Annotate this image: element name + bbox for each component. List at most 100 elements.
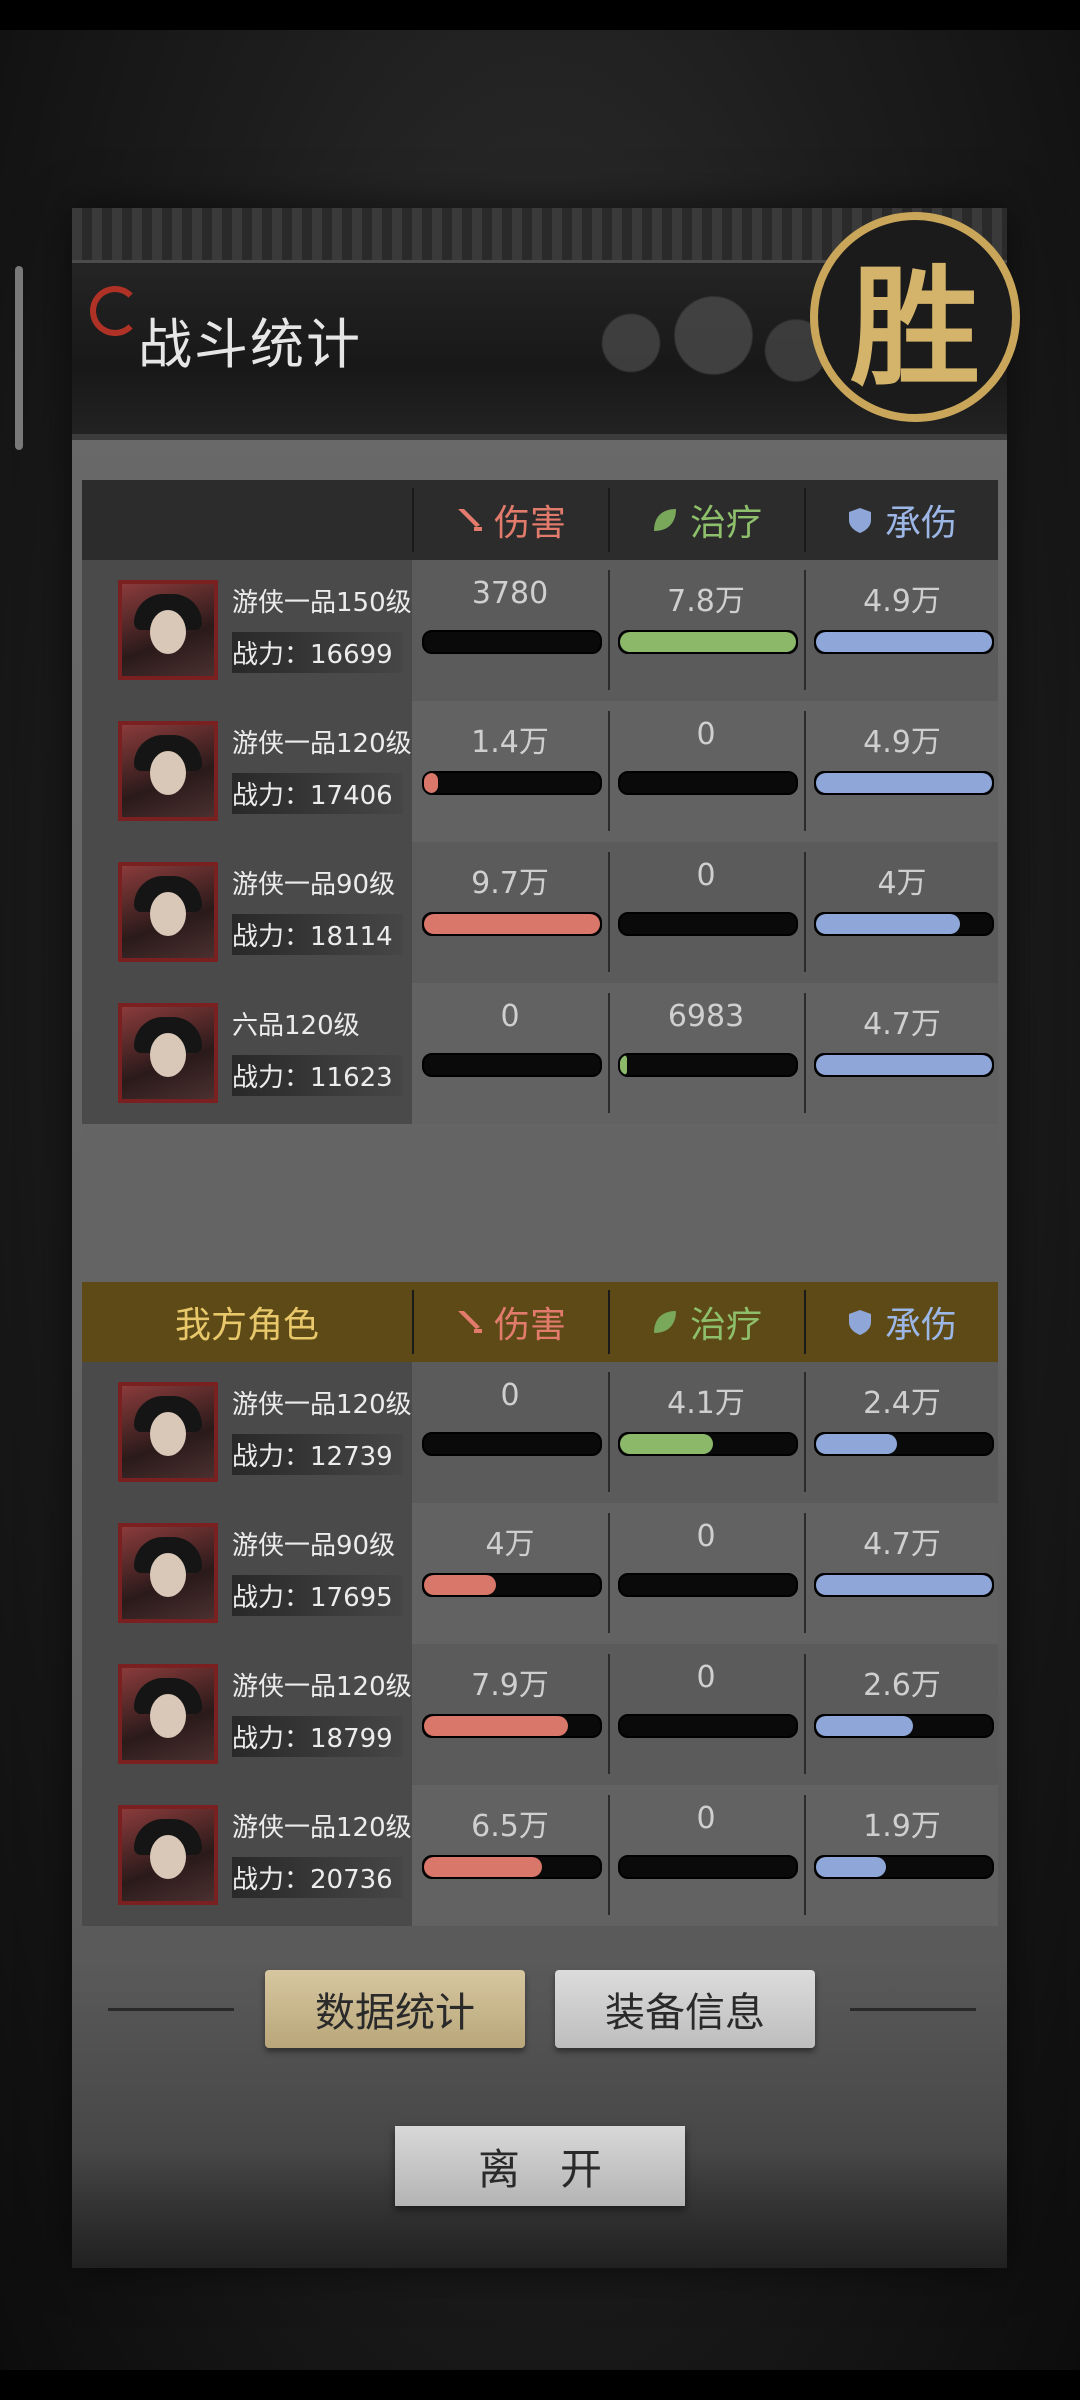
divider-line [108, 2008, 234, 2011]
power-value: 18799 [310, 1724, 393, 1754]
character-portrait[interactable] [118, 580, 218, 680]
damage-cell: 4万 [412, 1503, 608, 1644]
healing-column-header: 治疗 [608, 1282, 804, 1362]
healing-bar [618, 912, 798, 936]
character-name: 六品120级 [232, 1011, 360, 1041]
taken-bar [814, 1053, 994, 1077]
stats-row: 游侠一品90级 战力：17695 4万 0 4.7万 [82, 1503, 998, 1644]
damage-value: 7.9万 [471, 1668, 549, 1703]
healing-value: 0 [696, 1519, 716, 1554]
stats-row: 游侠一品150级 战力：16699 3780 7.8万 4.9万 [82, 560, 998, 701]
stats-row: 游侠一品120级 战力：17406 1.4万 0 4.9万 [82, 701, 998, 842]
taken-cell: 4.9万 [804, 701, 1000, 842]
character-power: 战力：17406 [232, 773, 403, 814]
damage-bar [422, 1053, 602, 1077]
character-name: 游侠一品120级 [232, 1390, 412, 1420]
power-label: 战力： [232, 1724, 311, 1754]
damage-column-header: 伤害 [412, 1282, 608, 1362]
taken-bar [814, 1855, 994, 1879]
character-power: 战力：18799 [232, 1716, 403, 1757]
divider [608, 570, 610, 690]
character-name: 游侠一品120级 [232, 729, 412, 759]
healing-value: 4.1万 [667, 1386, 745, 1421]
power-value: 12739 [310, 1442, 393, 1472]
power-label: 战力： [232, 781, 311, 811]
divider [608, 1795, 610, 1915]
shield-icon [848, 1310, 871, 1335]
stats-row: 游侠一品120级 战力：12739 0 4.1万 2.4万 [82, 1362, 998, 1503]
healing-cell: 0 [608, 842, 804, 983]
power-label: 战力： [232, 1442, 311, 1472]
damage-cell: 1.4万 [412, 701, 608, 842]
stats-row: 游侠一品120级 战力：20736 6.5万 0 1.9万 [82, 1785, 998, 1926]
taken-value: 4.7万 [863, 1527, 941, 1562]
healing-cell: 0 [608, 1503, 804, 1644]
damage-value: 9.7万 [471, 866, 549, 901]
power-value: 17406 [310, 781, 393, 811]
swirl-icon [90, 286, 140, 336]
tab-equipment-info[interactable]: 装备信息 [555, 1970, 815, 2048]
power-label: 战力： [232, 922, 311, 952]
portrait-face [150, 610, 186, 654]
ally-team-label: 我方角色 [174, 1305, 319, 1346]
taken-value: 4.9万 [863, 725, 941, 760]
damage-value: 1.4万 [471, 725, 549, 760]
damage-bar-fill [424, 1857, 542, 1877]
healing-bar-fill [620, 1055, 627, 1075]
stats-row: 游侠一品90级 战力：18114 9.7万 0 4万 [82, 842, 998, 983]
character-name: 游侠一品120级 [232, 1813, 412, 1843]
damage-column-header: 伤害 [412, 480, 608, 560]
character-portrait[interactable] [118, 1805, 218, 1905]
taken-bar [814, 1432, 994, 1456]
taken-cell: 4.9万 [804, 560, 1000, 701]
character-portrait[interactable] [118, 862, 218, 962]
healing-bar [618, 1855, 798, 1879]
leave-button[interactable]: 离开 [395, 2126, 685, 2206]
taken-column-header: 承伤 [804, 1282, 998, 1362]
taken-bar-fill [816, 1055, 992, 1075]
damage-bar [422, 771, 602, 795]
stats-row: 游侠一品120级 战力：18799 7.9万 0 2.6万 [82, 1644, 998, 1785]
healing-value: 0 [696, 717, 716, 752]
power-label: 战力： [232, 1865, 311, 1895]
taken-column-header: 承伤 [804, 480, 998, 560]
divider-line [850, 2008, 976, 2011]
tab-data-stats[interactable]: 数据统计 [265, 1970, 525, 2048]
character-name: 游侠一品150级 [232, 588, 412, 618]
taken-cell: 4.7万 [804, 983, 1000, 1124]
divider [804, 1513, 806, 1633]
damage-bar [422, 1714, 602, 1738]
healing-cell: 7.8万 [608, 560, 804, 701]
character-portrait[interactable] [118, 1382, 218, 1482]
taken-label: 承伤 [884, 503, 957, 544]
damage-cell: 0 [412, 983, 608, 1124]
power-value: 11623 [310, 1063, 393, 1093]
status-bar [0, 0, 1080, 30]
damage-value: 6.5万 [471, 1809, 549, 1844]
damage-cell: 6.5万 [412, 1785, 608, 1926]
damage-value: 3780 [471, 576, 549, 611]
power-label: 战力： [232, 1583, 311, 1613]
nav-bar [0, 2370, 1080, 2400]
taken-cell: 2.6万 [804, 1644, 1000, 1785]
power-label: 战力： [232, 1063, 311, 1093]
healing-value: 0 [696, 1660, 716, 1695]
healing-cell: 0 [608, 1644, 804, 1785]
character-portrait[interactable] [118, 721, 218, 821]
character-portrait[interactable] [118, 1003, 218, 1103]
damage-bar-fill [424, 1575, 496, 1595]
character-portrait[interactable] [118, 1523, 218, 1623]
ally-stats-table: 我方角色 伤害 治疗 承伤 游侠一品120级 战力：12739 0 4.1万 2.4万游… [82, 1282, 998, 1926]
power-value: 17695 [310, 1583, 393, 1613]
game-screen: 战斗统计 胜 伤害 治疗 承伤 游侠一品150级 战力：16699 3780 7.8万… [0, 0, 1080, 2400]
portrait-face [150, 1694, 186, 1738]
taken-bar [814, 771, 994, 795]
power-value: 20736 [310, 1865, 393, 1895]
scrollbar[interactable] [15, 266, 23, 450]
shield-icon [848, 508, 871, 533]
taken-label: 承伤 [884, 1305, 957, 1346]
healing-bar [618, 630, 798, 654]
divider [804, 1654, 806, 1774]
character-portrait[interactable] [118, 1664, 218, 1764]
healing-cell: 0 [608, 701, 804, 842]
